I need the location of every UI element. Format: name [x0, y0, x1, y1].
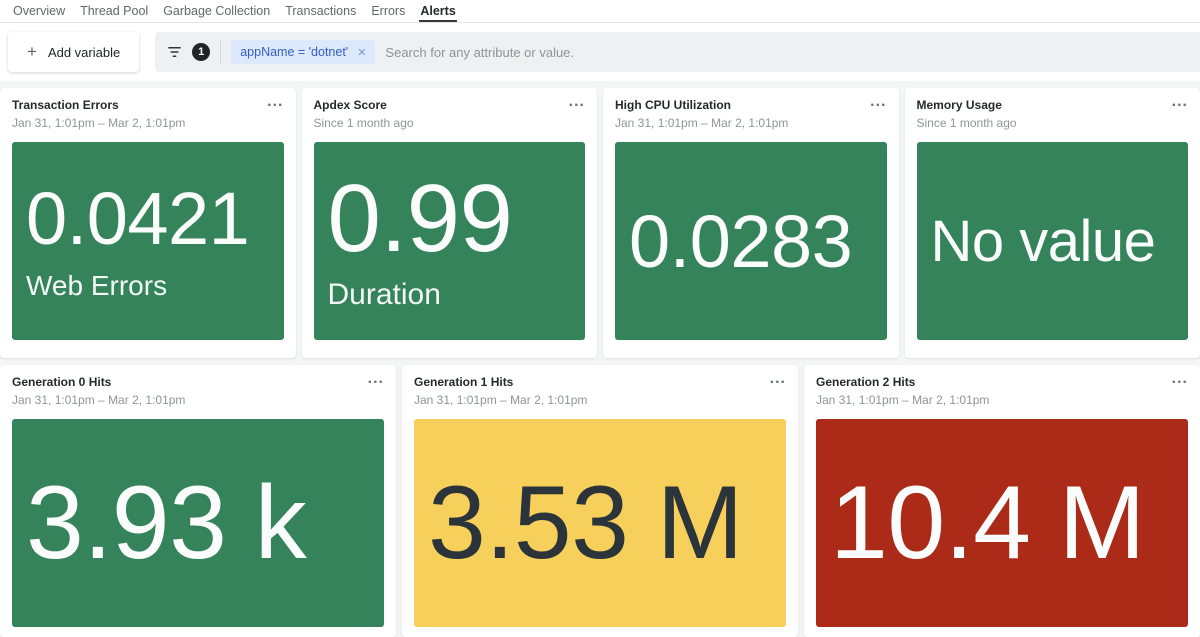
billboard-value: 10.4 M	[830, 470, 1145, 576]
dashboard-grid: Transaction Errors Jan 31, 1:01pm – Mar …	[0, 88, 1200, 637]
billboard-generation-1-hits: 3.53 M	[414, 419, 786, 627]
card-title: High CPU Utilization	[615, 98, 887, 113]
card-subtitle: Jan 31, 1:01pm – Mar 2, 1:01pm	[816, 393, 1188, 407]
card-subtitle: Jan 31, 1:01pm – Mar 2, 1:01pm	[12, 393, 384, 407]
card-generation-1-hits: Generation 1 Hits Jan 31, 1:01pm – Mar 2…	[402, 365, 798, 637]
card-menu-icon[interactable]: ...	[870, 91, 886, 113]
billboard-generation-0-hits: 3.93 k	[12, 419, 384, 627]
card-title: Generation 1 Hits	[414, 375, 786, 390]
billboard-value: 0.0421	[26, 181, 249, 256]
billboard-label: Web Errors	[26, 270, 167, 302]
billboard-label: Duration	[328, 278, 441, 312]
card-subtitle: Since 1 month ago	[917, 116, 1189, 130]
billboard-memory-usage: No value	[917, 142, 1189, 340]
card-subtitle: Jan 31, 1:01pm – Mar 2, 1:01pm	[12, 116, 284, 130]
card-title: Generation 2 Hits	[816, 375, 1188, 390]
billboard-apdex-score: 0.99 Duration	[314, 142, 586, 340]
billboard-high-cpu: 0.0283	[615, 142, 887, 340]
chip-remove-icon[interactable]: ✕	[357, 46, 366, 59]
card-high-cpu-utilization: High CPU Utilization Jan 31, 1:01pm – Ma…	[603, 88, 899, 358]
card-title: Transaction Errors	[12, 98, 284, 113]
tab-alerts[interactable]: Alerts	[419, 0, 456, 22]
card-menu-icon[interactable]: ...	[1172, 91, 1188, 113]
card-transaction-errors: Transaction Errors Jan 31, 1:01pm – Mar …	[0, 88, 296, 358]
billboard-value: No value	[931, 212, 1156, 271]
card-title: Generation 0 Hits	[12, 375, 384, 390]
filter-bar: 1 appName = 'dotnet' ✕	[155, 32, 1200, 72]
card-row-2: Generation 0 Hits Jan 31, 1:01pm – Mar 2…	[0, 365, 1200, 637]
page-tabs: Overview Thread Pool Garbage Collection …	[0, 0, 1200, 23]
add-variable-label: Add variable	[48, 45, 120, 60]
tab-garbage-collection[interactable]: Garbage Collection	[162, 0, 271, 22]
tab-transactions[interactable]: Transactions	[284, 0, 357, 22]
card-row-1: Transaction Errors Jan 31, 1:01pm – Mar …	[0, 88, 1200, 358]
card-menu-icon[interactable]: ...	[1172, 368, 1188, 390]
card-menu-icon[interactable]: ...	[368, 368, 384, 390]
filter-count-badge: 1	[192, 43, 210, 61]
card-menu-icon[interactable]: ...	[770, 368, 786, 390]
plus-icon: +	[27, 43, 37, 60]
card-generation-2-hits: Generation 2 Hits Jan 31, 1:01pm – Mar 2…	[804, 365, 1200, 637]
tab-overview[interactable]: Overview	[12, 0, 66, 22]
tab-thread-pool[interactable]: Thread Pool	[79, 0, 149, 22]
filter-chip-appname[interactable]: appName = 'dotnet' ✕	[231, 40, 375, 64]
card-subtitle: Jan 31, 1:01pm – Mar 2, 1:01pm	[414, 393, 786, 407]
attribute-search-input[interactable]	[385, 45, 1190, 60]
card-title: Memory Usage	[917, 98, 1189, 113]
card-subtitle: Since 1 month ago	[314, 116, 586, 130]
filter-icon	[167, 45, 182, 59]
filter-toolbar: + Add variable 1 appName = 'dotnet' ✕	[0, 23, 1200, 81]
add-variable-button[interactable]: + Add variable	[8, 32, 139, 72]
card-generation-0-hits: Generation 0 Hits Jan 31, 1:01pm – Mar 2…	[0, 365, 396, 637]
card-menu-icon[interactable]: ...	[267, 91, 283, 113]
billboard-transaction-errors: 0.0421 Web Errors	[12, 142, 284, 340]
billboard-value: 0.99	[328, 170, 513, 268]
billboard-value: 3.93 k	[26, 470, 306, 576]
toolbar-divider	[220, 40, 221, 64]
tab-errors[interactable]: Errors	[370, 0, 406, 22]
billboard-generation-2-hits: 10.4 M	[816, 419, 1188, 627]
filter-chip-label: appName = 'dotnet'	[240, 45, 348, 59]
card-subtitle: Jan 31, 1:01pm – Mar 2, 1:01pm	[615, 116, 887, 130]
card-memory-usage: Memory Usage Since 1 month ago ... No va…	[905, 88, 1200, 358]
card-apdex-score: Apdex Score Since 1 month ago ... 0.99 D…	[302, 88, 598, 358]
card-menu-icon[interactable]: ...	[569, 91, 585, 113]
billboard-value: 3.53 M	[428, 470, 743, 576]
card-title: Apdex Score	[314, 98, 586, 113]
billboard-value: 0.0283	[629, 204, 852, 279]
